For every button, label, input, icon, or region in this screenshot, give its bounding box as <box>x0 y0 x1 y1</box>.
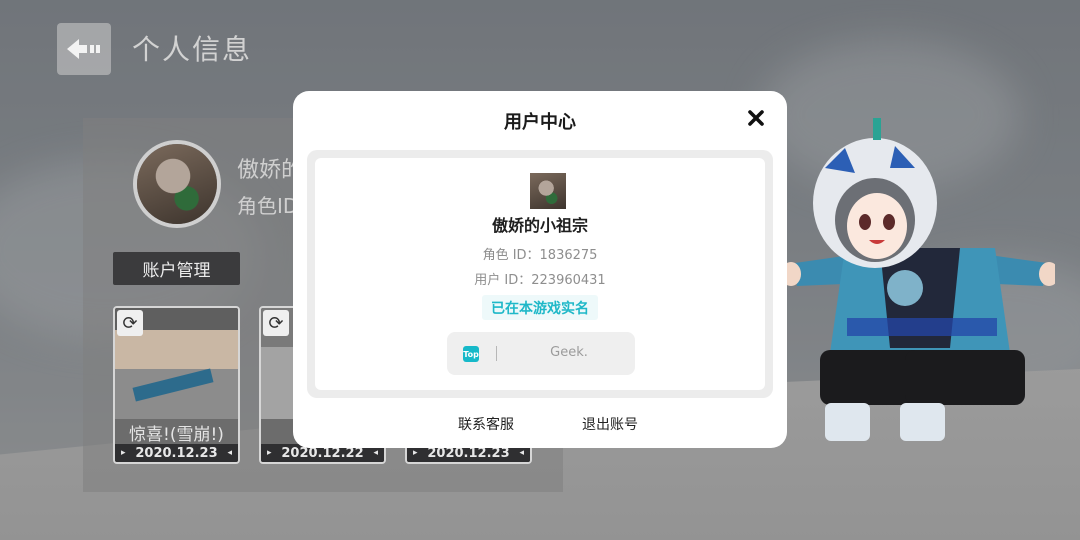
verified-badge: 已在本游戏实名 <box>482 295 598 320</box>
user-center-modal: 用户中心 傲娇的小祖宗 角色 ID：1836275 用户 ID：22396043… <box>293 91 787 448</box>
account-management-button[interactable]: 账户管理 <box>113 252 240 285</box>
refresh-icon[interactable]: ⟳ <box>263 310 289 336</box>
role-id: 角色 ID：1836275 <box>482 248 598 263</box>
avatar-image <box>137 144 217 224</box>
card-date: ▸ 2020.12.23 ◂ <box>115 444 238 462</box>
logout-link[interactable]: 退出账号 <box>582 414 638 434</box>
user-info-card: 傲娇的小祖宗 角色 ID：1836275 用户 ID：223960431 已在本… <box>315 158 765 390</box>
replay-card[interactable]: ⟳ 惊喜!(雪崩!) ▸ 2020.12.23 ◂ <box>113 306 240 464</box>
user-id: 用户 ID：223960431 <box>474 273 606 288</box>
card-date-text: 2020.12.23 <box>135 445 218 461</box>
card-title: 惊喜!(雪崩!) <box>129 425 224 445</box>
user-name: 傲娇的小祖宗 <box>491 216 588 235</box>
profile-name: 傲娇的 <box>237 158 297 183</box>
taptap-icon: Top <box>463 346 479 362</box>
taptap-account-box: Top Geek. <box>447 332 635 375</box>
close-icon <box>748 110 764 126</box>
separator <box>496 346 497 361</box>
character-model <box>785 118 1055 441</box>
taptap-username: Geek. <box>550 345 588 360</box>
page-title: 个人信息 <box>132 33 253 66</box>
user-info-panel: 傲娇的小祖宗 角色 ID：1836275 用户 ID：223960431 已在本… <box>307 150 773 398</box>
contact-support-link[interactable]: 联系客服 <box>458 414 514 434</box>
back-button[interactable] <box>57 23 111 75</box>
close-button[interactable] <box>745 107 767 129</box>
back-arrow-icon <box>67 39 100 59</box>
user-avatar <box>530 173 566 209</box>
refresh-icon[interactable]: ⟳ <box>117 310 143 336</box>
profile-role-id: 角色ID <box>237 194 297 218</box>
avatar[interactable] <box>133 140 221 228</box>
modal-title: 用户中心 <box>504 112 576 133</box>
